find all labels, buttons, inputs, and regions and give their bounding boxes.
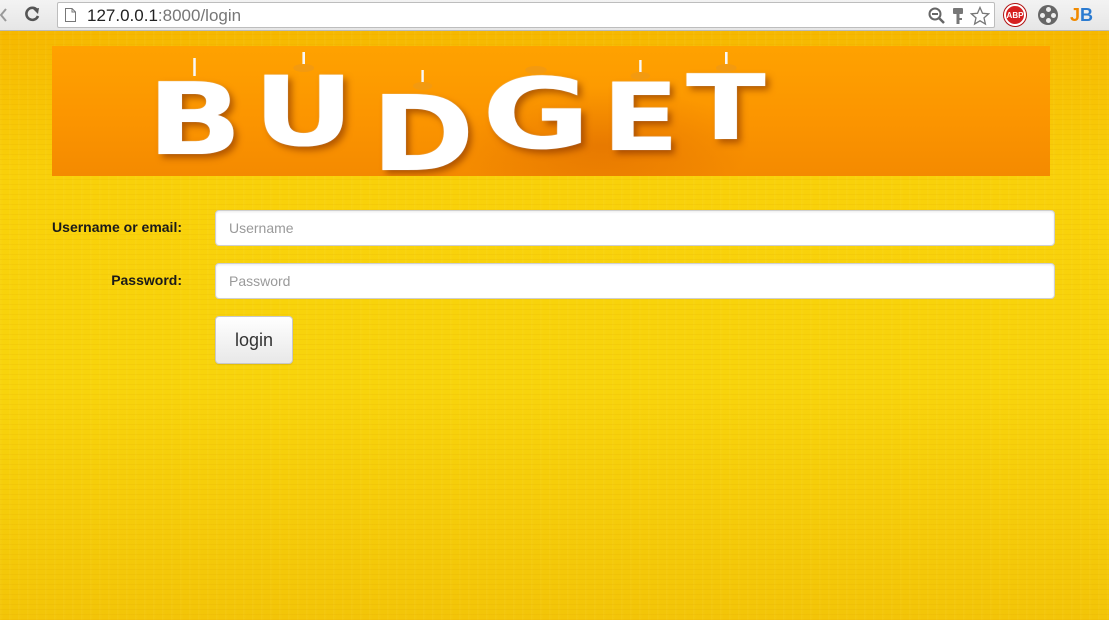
star-icon[interactable]	[970, 6, 990, 26]
address-bar[interactable]: 127.0.0.1:8000/login	[57, 2, 995, 28]
browser-toolbar: 127.0.0.1:8000/login ABP JB	[0, 0, 1109, 31]
banner-letter-u: U	[253, 52, 355, 160]
banner-logo: B U D G E T	[147, 52, 967, 176]
page-background: B U D G E T Username or email: Password:…	[0, 31, 1109, 620]
url-text[interactable]: 127.0.0.1:8000/login	[87, 6, 241, 26]
password-label: Password:	[111, 272, 182, 288]
url-host: 127.0.0.1	[87, 6, 158, 25]
banner-letter-d: D	[371, 70, 475, 176]
banner-letter-e: E	[602, 60, 679, 166]
password-input[interactable]	[215, 263, 1055, 299]
password-row: Password:	[0, 263, 1109, 299]
adblock-icon[interactable]: ABP	[1004, 4, 1026, 26]
budget-banner: B U D G E T	[52, 46, 1050, 176]
back-arrow-icon[interactable]	[0, 7, 8, 23]
page-icon	[65, 8, 76, 22]
username-row: Username or email:	[0, 210, 1109, 246]
url-path: :8000/login	[157, 6, 242, 25]
jetbrains-icon[interactable]: JB	[1070, 4, 1093, 26]
username-input[interactable]	[215, 210, 1055, 246]
banner-letter-g: G	[481, 58, 591, 172]
jb-j: J	[1070, 5, 1081, 25]
reload-icon[interactable]	[22, 4, 42, 26]
jb-b: B	[1080, 5, 1094, 25]
film-reel-icon[interactable]	[1038, 5, 1058, 25]
login-button[interactable]: login	[215, 316, 293, 364]
banner-letter-t: T	[686, 52, 766, 154]
username-label: Username or email:	[52, 219, 182, 235]
zoom-icon[interactable]	[928, 7, 946, 25]
key-icon[interactable]	[952, 7, 964, 25]
banner-letter-b: B	[147, 58, 242, 170]
